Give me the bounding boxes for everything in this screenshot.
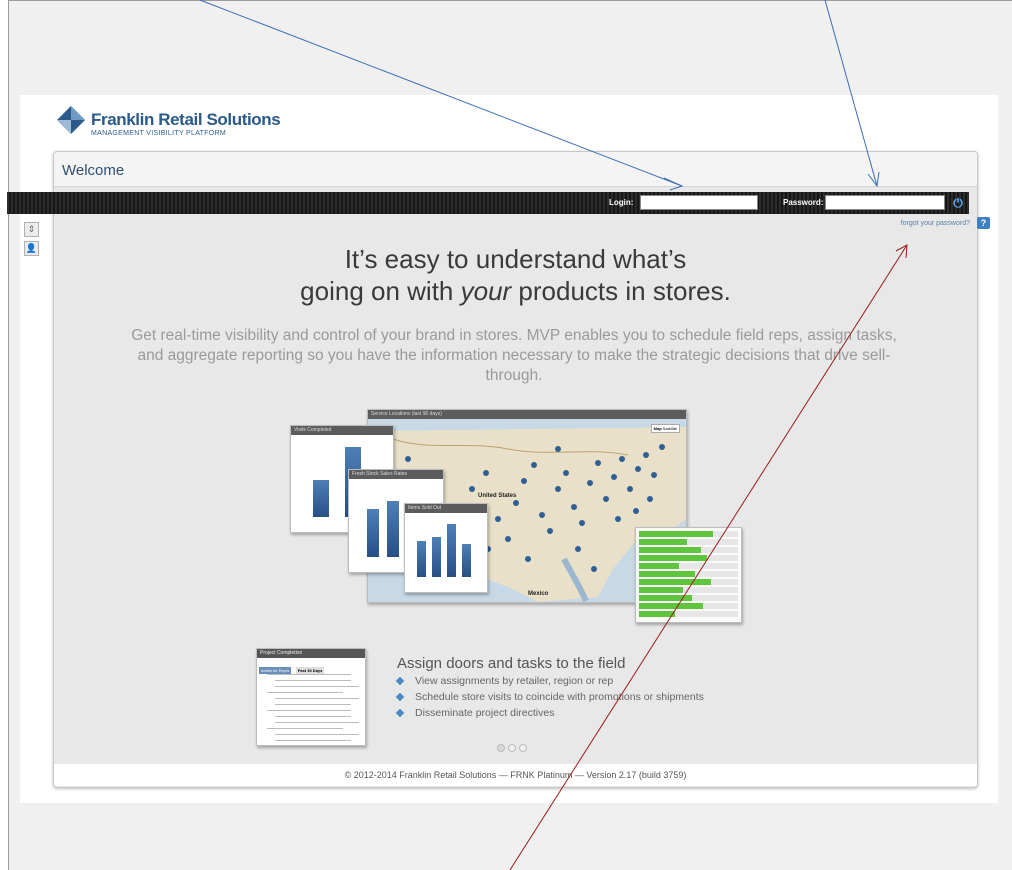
project-row [275, 698, 359, 699]
map-label-mexico: Mexico [528, 591, 549, 597]
progress-row [639, 587, 738, 593]
feature-bullet: View assignments by retailer, region or … [395, 673, 704, 689]
chart-bar [432, 537, 441, 577]
login-page: Franklin Retail Solutions MANAGEMENT VIS… [7, 95, 998, 803]
chart-bar [367, 509, 379, 557]
power-icon[interactable]: ⏻ [949, 194, 967, 212]
sales-rate-chart-title: Fresh Stock Sales Rates [349, 470, 443, 479]
project-row [275, 680, 351, 681]
hero-subtitle: Get real-time visibility and control of … [131, 327, 897, 384]
project-row [275, 716, 351, 717]
sold-out-chart-window: Items Sold Out [404, 503, 488, 593]
project-row [275, 722, 359, 723]
progress-fill [639, 611, 675, 617]
card-header: Welcome [54, 152, 977, 187]
feature-collage: Service Locations (last 90 days) United … [290, 409, 750, 623]
map-label-us: United States [478, 493, 517, 499]
project-row [267, 692, 343, 693]
progress-row [639, 563, 738, 569]
progress-fill [639, 547, 701, 553]
progress-row [639, 531, 738, 537]
footer: © 2012-2014 Franklin Retail Solutions — … [54, 764, 977, 786]
sold-out-chart-area [411, 513, 485, 591]
side-toolbar: ⇕ 👤 [24, 222, 39, 260]
progress-fill [639, 603, 703, 609]
hero-headline-line2-post: products in stores. [511, 276, 731, 306]
feature-bullets: View assignments by retailer, region or … [395, 673, 704, 721]
chart-bar [417, 541, 426, 577]
carousel-pager [497, 739, 530, 757]
progress-fill [639, 587, 683, 593]
collapse-icon[interactable]: ⇕ [24, 222, 39, 237]
hero-headline-emphasis: your [460, 276, 512, 306]
main-card: Welcome It’s easy to understand what’s g… [53, 151, 978, 788]
map-tab-satellite[interactable]: Satellite [663, 426, 677, 431]
page-title: Welcome [62, 162, 125, 179]
progress-row [639, 539, 738, 545]
feature-bullet-text: View assignments by retailer, region or … [415, 675, 614, 687]
progress-row [639, 579, 738, 585]
carousel-dot[interactable] [508, 744, 516, 752]
feature-bullet: Disseminate project directives [395, 705, 704, 721]
map-window-title: Service Locations (last 90 days) [368, 410, 686, 419]
visits-chart-title: Visits Completed [291, 426, 393, 435]
brand-name: Franklin Retail Solutions [91, 110, 281, 129]
project-row [275, 686, 359, 687]
bullet-diamond-icon [395, 692, 405, 702]
login-input[interactable] [640, 195, 758, 210]
forgot-password-link[interactable]: forgot your password? [901, 220, 970, 227]
feature-bullet: Schedule store visits to coincide with p… [395, 689, 704, 705]
chart-bar [462, 544, 471, 577]
brand-tagline: MANAGEMENT VISIBILITY PLATFORM [91, 130, 227, 137]
feature-title: Assign doors and tasks to the field [397, 655, 626, 672]
project-row [275, 734, 359, 735]
feature-bullet-text: Schedule store visits to coincide with p… [415, 691, 704, 703]
sold-out-chart-title: Items Sold Out [405, 504, 487, 513]
progress-fill [639, 555, 707, 561]
chart-bar [387, 501, 399, 557]
bullet-diamond-icon [395, 676, 405, 686]
help-icon[interactable]: ? [977, 217, 990, 229]
progress-bars [639, 531, 738, 619]
login-bar: Login: Password: ⏻ [7, 192, 969, 214]
project-row [267, 710, 351, 711]
progress-row [639, 611, 738, 617]
project-completion-rows [261, 669, 361, 741]
password-input[interactable] [825, 195, 945, 210]
chart-bar [447, 524, 456, 577]
project-completion-panel: Project Completion Active for Rep/s Past… [256, 648, 366, 746]
carousel-dot[interactable] [519, 744, 527, 752]
progress-row [639, 571, 738, 577]
feature-bullet-text: Disseminate project directives [415, 707, 555, 719]
hero-headline-line1: It’s easy to understand what’s [344, 244, 687, 274]
project-row [275, 704, 351, 705]
hero-headline: It’s easy to understand what’s going on … [54, 243, 977, 307]
chart-bar [313, 480, 329, 517]
progress-row [639, 555, 738, 561]
progress-table-window [635, 527, 742, 623]
progress-fill [639, 571, 695, 577]
progress-row [639, 603, 738, 609]
map-type-toggle[interactable]: Map Satellite [650, 424, 680, 433]
progress-fill [639, 539, 687, 545]
progress-fill [639, 595, 692, 601]
password-label: Password: [783, 198, 824, 207]
project-completion-title: Project Completion [257, 649, 365, 658]
project-row [267, 674, 351, 675]
progress-fill [639, 531, 713, 537]
project-row [275, 740, 351, 741]
project-row [267, 728, 343, 729]
user-icon[interactable]: 👤 [24, 241, 39, 256]
map-tab-map[interactable]: Map [654, 426, 662, 431]
bullet-diamond-icon [395, 708, 405, 718]
progress-row [639, 595, 738, 601]
login-label: Login: [609, 198, 634, 207]
progress-fill [639, 563, 679, 569]
progress-fill [639, 579, 711, 585]
hero-headline-line2-pre: going on with [300, 276, 461, 306]
logo-mark-icon [57, 106, 85, 134]
carousel-dot[interactable] [497, 744, 505, 752]
progress-row [639, 547, 738, 553]
